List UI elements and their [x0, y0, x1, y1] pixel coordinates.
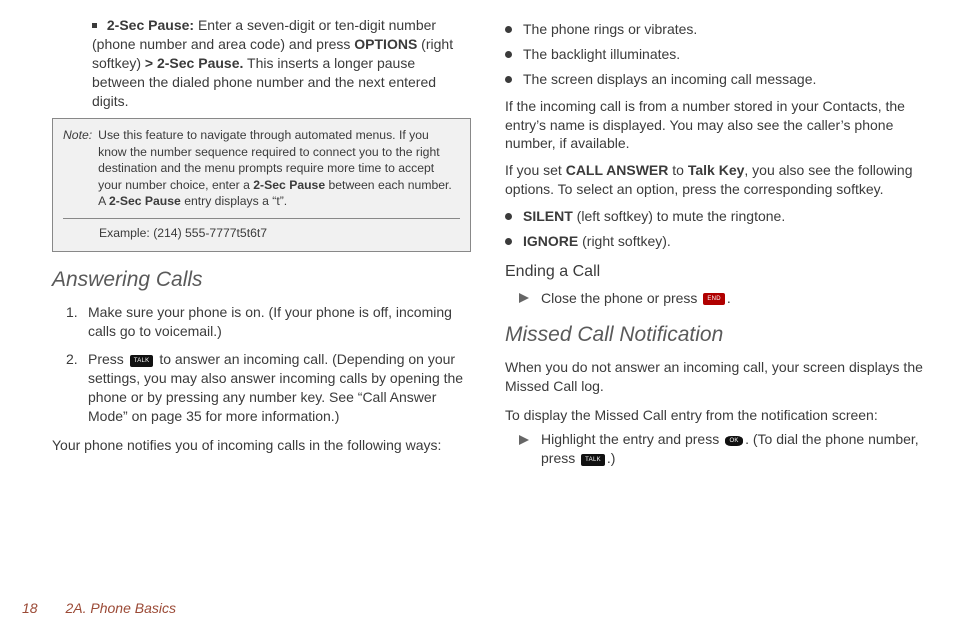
bold-text: IGNORE	[523, 233, 578, 249]
step-2: 2. Press TALK to answer an incoming call…	[66, 350, 471, 426]
step-number: 1.	[66, 303, 88, 341]
page-number: 18	[22, 599, 38, 618]
chevron-right-icon: >	[145, 55, 153, 71]
arrow-right-icon	[519, 435, 529, 445]
nested-bullet: 2-Sec Pause: Enter a seven-digit or ten-…	[92, 16, 471, 110]
bold-text: CALL ANSWER	[566, 162, 669, 178]
text: Close the phone or press	[541, 290, 701, 306]
disc-bullet-icon	[505, 238, 512, 245]
arrow-step: Close the phone or press END.	[519, 289, 924, 308]
heading-answering-calls: Answering Calls	[52, 266, 471, 294]
text: If you set	[505, 162, 566, 178]
disc-bullet-icon	[505, 26, 512, 33]
note-label: Note:	[63, 127, 92, 209]
two-column-layout: 2-Sec Pause: Enter a seven-digit or ten-…	[52, 16, 924, 474]
bold-text: SILENT	[523, 208, 573, 224]
square-bullet-icon	[92, 23, 97, 28]
disc-bullet-icon	[505, 76, 512, 83]
bold-text: Talk Key	[688, 162, 745, 178]
talk-key-icon: TALK	[130, 355, 154, 367]
step-text: Press TALK to answer an incoming call. (…	[88, 350, 471, 426]
arrow-step: Highlight the entry and press OK. (To di…	[519, 430, 924, 468]
bullet-text: The screen displays an incoming call mes…	[523, 70, 816, 89]
disc-bullet-icon	[505, 51, 512, 58]
heading-missed-call: Missed Call Notification	[505, 321, 924, 349]
bullet-text: The phone rings or vibrates.	[523, 20, 697, 39]
step-number: 2.	[66, 350, 88, 426]
arrow-right-icon	[519, 293, 529, 303]
bullet-item: The backlight illuminates.	[505, 45, 924, 64]
end-key-icon: END	[703, 293, 725, 305]
divider	[63, 218, 460, 219]
bullet-item: The screen displays an incoming call mes…	[505, 70, 924, 89]
notify-paragraph: Your phone notifies you of incoming call…	[52, 436, 471, 455]
bold-text: 2-Sec Pause	[109, 194, 181, 208]
section-title: 2A. Phone Basics	[65, 600, 176, 616]
howto-line: To display the Missed Call entry from th…	[505, 406, 924, 425]
text: (left softkey) to mute the ringtone.	[573, 208, 785, 224]
label-options: OPTIONS	[354, 36, 417, 52]
page-footer: 18 2A. Phone Basics	[22, 599, 176, 618]
incoming-paragraph: If the incoming call is from a number st…	[505, 97, 924, 154]
text: entry displays a “t”.	[181, 194, 287, 208]
left-column: 2-Sec Pause: Enter a seven-digit or ten-…	[52, 16, 471, 474]
step-1: 1. Make sure your phone is on. (If your …	[66, 303, 471, 341]
text: .)	[607, 450, 616, 466]
note-body: Use this feature to navigate through aut…	[98, 127, 460, 209]
document-page: 2-Sec Pause: Enter a seven-digit or ten-…	[0, 0, 954, 636]
label-2sec-pause-2: 2-Sec Pause.	[153, 55, 243, 71]
text: Highlight the entry and press	[541, 431, 723, 447]
bullet-text: The backlight illuminates.	[523, 45, 680, 64]
text: Press	[88, 351, 128, 367]
right-column: The phone rings or vibrates. The backlig…	[505, 16, 924, 474]
heading-ending-call: Ending a Call	[505, 261, 924, 283]
text: .	[727, 290, 731, 306]
note-box: Note: Use this feature to navigate throu…	[52, 118, 471, 252]
bold-text: 2-Sec Pause	[253, 178, 325, 192]
talk-key-icon: TALK	[581, 454, 605, 466]
text: (right softkey).	[578, 233, 671, 249]
missed-paragraph: When you do not answer an incoming call,…	[505, 358, 924, 396]
label-2sec-pause: 2-Sec Pause:	[107, 17, 194, 33]
ok-key-icon: OK	[725, 436, 743, 446]
step-text: Make sure your phone is on. (If your pho…	[88, 303, 471, 341]
bullet-item: SILENT (left softkey) to mute the ringto…	[505, 207, 924, 226]
text: to	[668, 162, 687, 178]
bullet-item: IGNORE (right softkey).	[505, 232, 924, 251]
callanswer-paragraph: If you set CALL ANSWER to Talk Key, you …	[505, 161, 924, 199]
bullet-item: The phone rings or vibrates.	[505, 20, 924, 39]
disc-bullet-icon	[505, 213, 512, 220]
note-example: Example: (214) 555-7777t5t6t7	[99, 225, 460, 241]
